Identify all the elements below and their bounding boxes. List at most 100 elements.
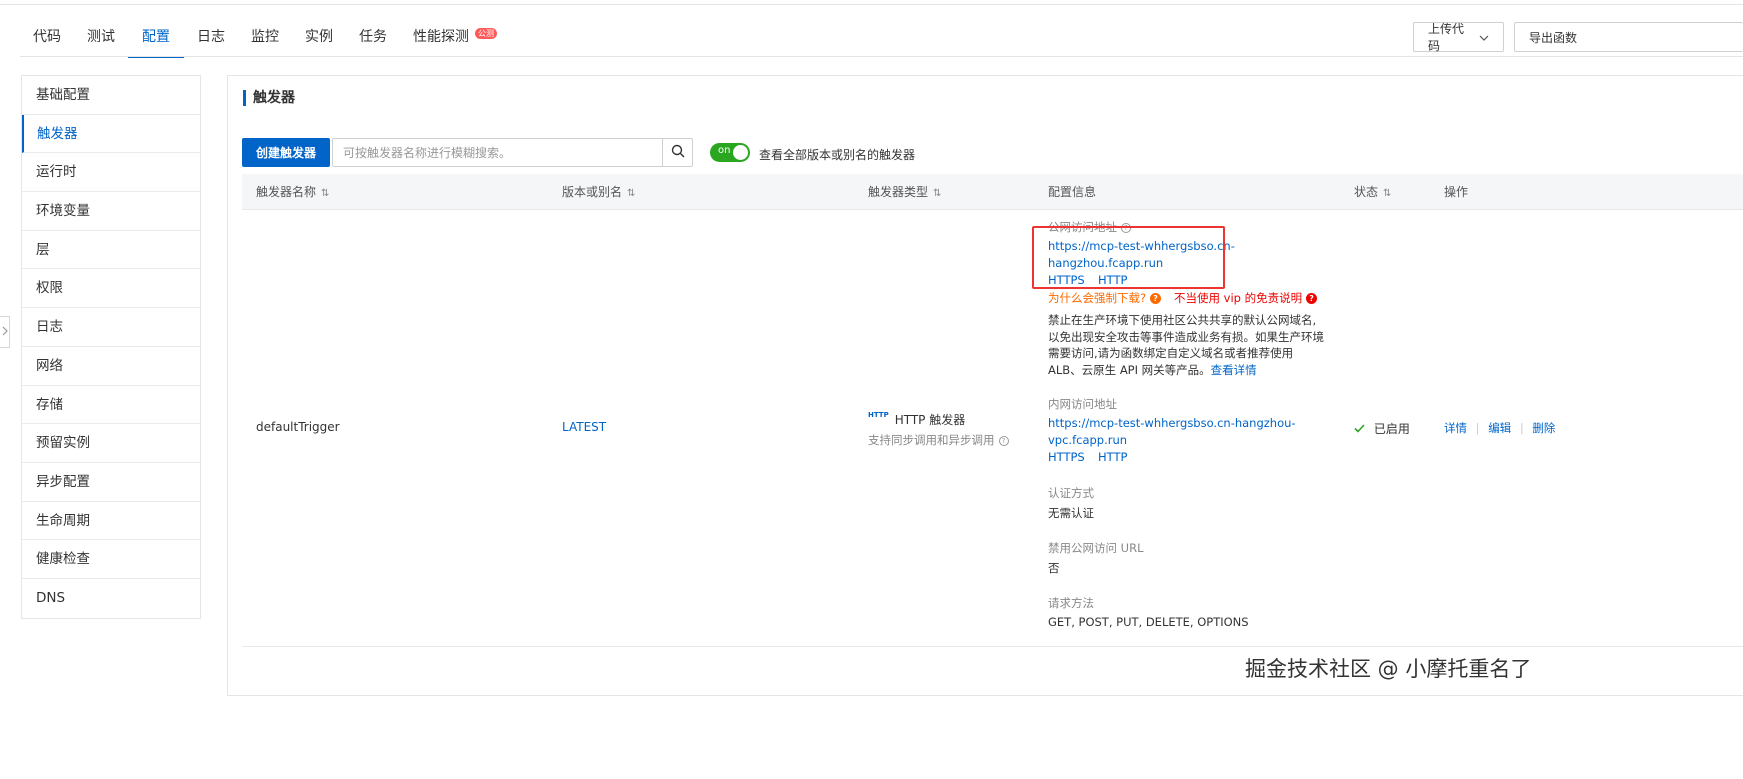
search-input[interactable]: [333, 139, 662, 166]
trigger-type: HTTP HTTP 触发器: [868, 411, 965, 428]
top-divider: [0, 4, 1743, 5]
chevron-right-icon: [2, 326, 8, 339]
header-config: 配置信息: [1048, 174, 1096, 210]
vip-notice-link[interactable]: 不当使用 vip 的免责说明?: [1174, 290, 1318, 306]
vip-notice-text: 不当使用 vip 的免责说明: [1174, 291, 1303, 305]
header-version[interactable]: 版本或别名 ⇅: [562, 174, 635, 212]
header-config-label: 配置信息: [1048, 185, 1097, 199]
sidebar-item-dns[interactable]: DNS: [22, 579, 200, 618]
create-trigger-button[interactable]: 创建触发器: [242, 138, 331, 167]
see-details-link[interactable]: 查看详情: [1211, 363, 1257, 377]
internal-https-link[interactable]: HTTPS: [1048, 450, 1085, 464]
help-icon: ?: [1150, 293, 1162, 304]
tab-config[interactable]: 配置: [128, 22, 184, 58]
warning-line: 禁止在生产环境下使用社区公共共享的默认公网域名,: [1048, 313, 1317, 327]
header-type-label: 触发器类型: [868, 185, 929, 199]
warning-line: ALB、云原生 API 网关等产品。: [1048, 362, 1211, 377]
collapse-sidebar-handle[interactable]: [0, 316, 10, 348]
request-method-value: GET, POST, PUT, DELETE, OPTIONS: [1048, 615, 1249, 629]
header-name[interactable]: 触发器名称 ⇅: [256, 174, 329, 212]
sidebar-item-runtime[interactable]: 运行时: [22, 153, 200, 193]
help-icon[interactable]: ?: [998, 435, 1009, 446]
status-badge: 已启用: [1354, 420, 1410, 437]
upload-code-button[interactable]: 上传代码: [1413, 22, 1504, 53]
auth-value: 无需认证: [1048, 506, 1094, 520]
help-icon: ?: [1306, 293, 1318, 304]
sidebar-item-storage[interactable]: 存储: [22, 386, 200, 425]
sort-icon: ⇅: [1383, 188, 1392, 199]
warning-line: 需要访问,请为函数绑定自定义域名或者推荐使用: [1048, 346, 1294, 360]
action-divider: |: [1475, 421, 1480, 435]
sidebar-item-lifecycle[interactable]: 生命周期: [22, 502, 200, 541]
chevron-down-icon: [1479, 30, 1489, 44]
sort-icon: ⇅: [321, 188, 330, 199]
header-name-label: 触发器名称: [256, 185, 317, 199]
upload-code-label: 上传代码: [1428, 22, 1465, 53]
watermark: 掘金技术社区 @ 小摩托重名了: [1245, 657, 1532, 681]
disable-public-url-value: 否: [1048, 561, 1060, 575]
beta-badge: 公测: [475, 28, 497, 39]
disable-public-url-label: 禁用公网访问 URL: [1048, 541, 1144, 555]
header-actions-label: 操作: [1444, 185, 1469, 199]
tab-monitor[interactable]: 监控: [238, 22, 292, 57]
tabs-divider: [20, 56, 1743, 57]
trigger-name: defaultTrigger: [256, 420, 340, 434]
trigger-type-desc-text: 支持同步调用和异步调用: [868, 433, 995, 447]
check-icon: [1354, 422, 1369, 436]
header-status[interactable]: 状态 ⇅: [1354, 174, 1391, 212]
highlight-annotation: [1032, 226, 1225, 289]
search-button[interactable]: [662, 139, 692, 166]
internal-url-label: 内网访问地址: [1048, 397, 1117, 411]
table-row: defaultTrigger LATEST HTTP HTTP 触发器 支持同步调…: [242, 210, 1743, 647]
tab-tasks[interactable]: 任务: [346, 22, 400, 57]
sidebar-item-permissions[interactable]: 权限: [22, 269, 200, 309]
status-text: 已启用: [1373, 422, 1410, 436]
tab-performance[interactable]: 性能探测 公测: [400, 22, 497, 57]
tab-test[interactable]: 测试: [74, 22, 128, 57]
warning-line: 以免出现安全攻击等事件造成业务有损。如果生产环境: [1048, 329, 1324, 344]
internal-url-line2[interactable]: vpc.fcapp.run: [1048, 433, 1127, 447]
sidebar-item-provisioned[interactable]: 预留实例: [22, 424, 200, 463]
delete-link[interactable]: 删除: [1532, 421, 1555, 435]
panel-title: 触发器: [243, 90, 295, 106]
action-divider: |: [1519, 421, 1524, 435]
tab-code[interactable]: 代码: [20, 22, 74, 57]
table-header: 触发器名称 ⇅ 版本或别名 ⇅ 触发器类型 ⇅ 配置信息 状态 ⇅ 操作: [242, 174, 1743, 210]
tab-logs[interactable]: 日志: [184, 22, 238, 57]
why-download-link[interactable]: 为什么会强制下载??: [1048, 290, 1162, 306]
trigger-type-desc: 支持同步调用和异步调用?: [868, 432, 1009, 448]
sidebar-item-network[interactable]: 网络: [22, 347, 200, 386]
toggle-label: 查看全部版本或别名的触发器: [759, 148, 916, 162]
config-sidebar: 基础配置 触发器 运行时 环境变量 层 权限 日志 网络 存储 预留实例 异步配…: [21, 75, 201, 619]
sidebar-item-layers[interactable]: 层: [22, 231, 200, 270]
internal-http-link[interactable]: HTTP: [1098, 450, 1127, 464]
sidebar-item-env-vars[interactable]: 环境变量: [22, 192, 200, 231]
public-domain-warning: 禁止在生产环境下使用社区公共共享的默认公网域名, 以免出现安全攻击等事件造成业务…: [1048, 312, 1328, 378]
sort-icon: ⇅: [933, 188, 942, 199]
header-actions: 操作: [1444, 174, 1468, 210]
sidebar-item-basic[interactable]: 基础配置: [22, 76, 200, 115]
request-method-label: 请求方法: [1048, 596, 1094, 610]
internal-url-line1[interactable]: https://mcp-test-whhergsbso.cn-hangzhou-: [1048, 416, 1296, 430]
http-icon: HTTP: [868, 411, 889, 419]
toggle-state-text: on: [718, 145, 731, 156]
toggle-knob: [733, 145, 748, 160]
sidebar-item-triggers[interactable]: 触发器: [22, 114, 200, 154]
show-all-versions-toggle[interactable]: on: [710, 143, 750, 162]
why-download-text: 为什么会强制下载?: [1048, 291, 1147, 305]
detail-link[interactable]: 详情: [1444, 421, 1467, 435]
edit-link[interactable]: 编辑: [1488, 421, 1511, 435]
sidebar-item-logs[interactable]: 日志: [22, 308, 200, 347]
version-link[interactable]: LATEST: [562, 420, 606, 434]
sidebar-item-health-check[interactable]: 健康检查: [22, 540, 200, 579]
search-icon: [671, 144, 685, 162]
header-version-label: 版本或别名: [562, 185, 623, 199]
export-function-label: 导出函数: [1529, 30, 1578, 45]
trigger-type-label: HTTP 触发器: [894, 413, 966, 427]
tab-instances[interactable]: 实例: [292, 22, 346, 57]
export-function-button[interactable]: 导出函数: [1514, 22, 1743, 52]
header-type[interactable]: 触发器类型 ⇅: [868, 174, 941, 212]
trigger-panel: 触发器 创建触发器 on 查看全部版本或别名的触发器 触发器名称 ⇅ 版本或别名 ⇅…: [227, 75, 1743, 696]
header-status-label: 状态: [1354, 185, 1379, 199]
sidebar-item-async[interactable]: 异步配置: [22, 463, 200, 502]
